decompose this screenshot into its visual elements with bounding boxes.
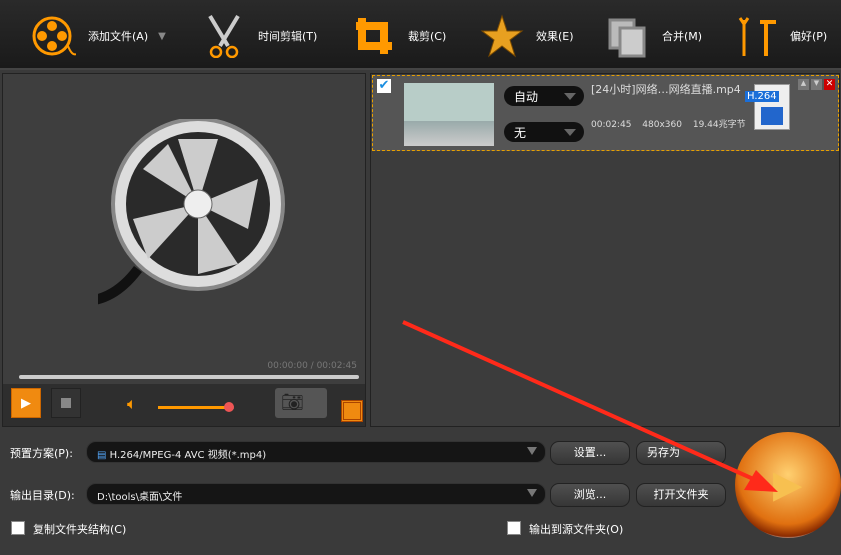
file-list: ✔ 自动 无 [24小时]网络…网络直播.mp4 00:02:45 480x36… [370, 73, 840, 427]
item-checkbox[interactable]: ✔ [377, 79, 391, 93]
play-button[interactable]: ▶ [11, 388, 41, 418]
playback-controls: ▶ 🔈︎ 📷︎ [3, 384, 365, 426]
add-file-button[interactable]: 添加文件(A) ▼ [30, 12, 166, 60]
output-to-source-checkbox[interactable] [507, 521, 521, 535]
crop-button[interactable]: 裁剪(C) [350, 12, 446, 60]
copy-structure-label: 复制文件夹结构(C) [33, 523, 127, 536]
file-list-item[interactable]: ✔ 自动 无 [24小时]网络…网络直播.mp4 00:02:45 480x36… [372, 75, 839, 151]
codec-badge: H.264 [745, 91, 779, 102]
preset-label: 预置方案(P): [10, 447, 73, 460]
file-name: [24小时]网络…网络直播.mp4 [591, 83, 741, 96]
move-up-button[interactable]: ▲ [798, 79, 809, 90]
merge-label: 合并(M) [662, 30, 703, 43]
film-reel-placeholder-icon [98, 119, 285, 305]
volume-icon[interactable]: 🔈︎ [127, 394, 137, 414]
subtitle-dropdown[interactable]: 无 [504, 122, 584, 142]
save-as-button[interactable]: 另存为 [636, 441, 726, 465]
play-icon: ▶ [773, 462, 803, 506]
video-thumbnail [404, 83, 494, 146]
preset-select[interactable]: ▤ H.264/MPEG-4 AVC 视频(*.mp4) [86, 441, 546, 463]
move-down-button[interactable]: ▼ [811, 79, 822, 90]
seek-bar[interactable] [19, 375, 359, 379]
preset-value: H.264/MPEG-4 AVC 视频(*.mp4) [109, 450, 267, 461]
output-to-source-label: 输出到源文件夹(O) [529, 523, 624, 536]
film-reel-icon [30, 12, 78, 60]
toolbar: 添加文件(A) ▼ 时间剪辑(T) 裁剪(C) 效果(E) 合并(M) 偏好(P… [0, 0, 841, 70]
crop-icon [350, 12, 398, 60]
file-info: 00:02:45 480x360 19.44兆字节 [591, 117, 746, 130]
add-file-label: 添加文件(A) [88, 30, 149, 43]
audio-track-dropdown[interactable]: 自动 [504, 86, 584, 106]
scissors-icon [200, 12, 248, 60]
output-directory-select[interactable]: D:\tools\桌面\文件 [86, 483, 546, 505]
stop-icon [61, 398, 71, 408]
time-display: 00:00:00 / 00:02:45 [267, 361, 357, 371]
convert-button[interactable]: ▶ [735, 432, 841, 538]
crop-label: 裁剪(C) [408, 30, 447, 43]
output-label: 输出目录(D): [10, 489, 75, 502]
remove-button[interactable]: ✕ [824, 79, 835, 90]
stop-button[interactable] [51, 388, 81, 418]
h264-file-icon: H.264 [745, 84, 790, 130]
volume-slider[interactable] [158, 402, 234, 412]
browse-button[interactable]: 浏览... [550, 483, 630, 507]
preferences-button[interactable]: 偏好(P) [732, 12, 827, 60]
play-icon: ▶ [21, 395, 31, 411]
trim-label: 时间剪辑(T) [258, 30, 318, 43]
camera-icon: 📷︎ [281, 392, 304, 413]
tools-icon [732, 12, 780, 60]
merge-icon [604, 12, 652, 60]
open-folder-button[interactable]: 打开文件夹 [636, 483, 726, 507]
chevron-down-icon[interactable]: ▼ [158, 31, 166, 42]
effects-label: 效果(E) [536, 30, 574, 43]
file-size: 19.44兆字节 [692, 120, 746, 130]
star-icon [478, 12, 526, 60]
effects-button[interactable]: 效果(E) [478, 12, 574, 60]
resolution: 480x360 [642, 120, 682, 130]
trim-button[interactable]: 时间剪辑(T) [200, 12, 317, 60]
settings-button[interactable]: 设置... [550, 441, 630, 465]
preview-panel: 00:00:00 / 00:02:45 ▶ 🔈︎ 📷︎ [2, 73, 366, 427]
preferences-label: 偏好(P) [790, 30, 828, 43]
copy-structure-checkbox[interactable] [11, 521, 25, 535]
duration: 00:02:45 [591, 120, 632, 130]
mp4-file-icon: ▤ [97, 450, 110, 461]
fullscreen-button[interactable] [341, 400, 363, 422]
output-value: D:\tools\桌面\文件 [97, 492, 183, 503]
merge-button[interactable]: 合并(M) [604, 12, 702, 60]
snapshot-button[interactable]: 📷︎ [275, 388, 327, 418]
